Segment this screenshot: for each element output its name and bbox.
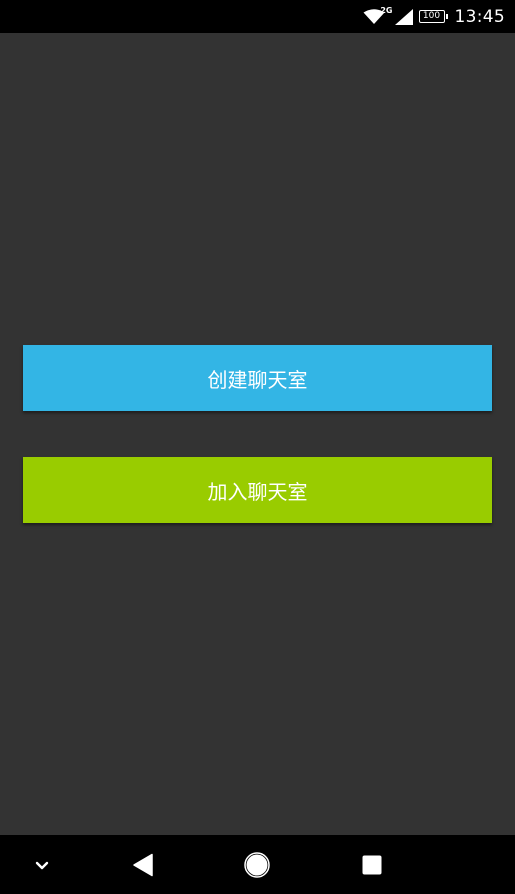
keyboard-hide-icon (35, 861, 49, 869)
wifi-icon: 2G (363, 6, 393, 25)
keyboard-hide-button[interactable] (12, 835, 72, 894)
back-button[interactable] (113, 835, 173, 894)
network-type-label: 2G (380, 5, 393, 15)
create-chatroom-button[interactable]: 创建聊天室 (23, 345, 492, 411)
home-button[interactable] (227, 835, 287, 894)
status-bar: 2G 100 13:45 (0, 0, 515, 33)
clock: 13:45 (454, 6, 505, 27)
navigation-bar (0, 835, 515, 894)
battery-level: 100 (422, 11, 441, 21)
app-screen: 2G 100 13:45 创建聊天室 加入聊天室 (0, 0, 515, 894)
recents-icon (362, 855, 382, 874)
back-icon (133, 853, 153, 876)
join-chatroom-button[interactable]: 加入聊天室 (23, 457, 492, 523)
home-icon (244, 851, 270, 878)
status-icons: 2G 100 13:45 (363, 0, 506, 33)
recents-button[interactable] (342, 835, 402, 894)
battery-icon: 100 (418, 10, 448, 23)
cell-signal-icon (394, 8, 413, 25)
